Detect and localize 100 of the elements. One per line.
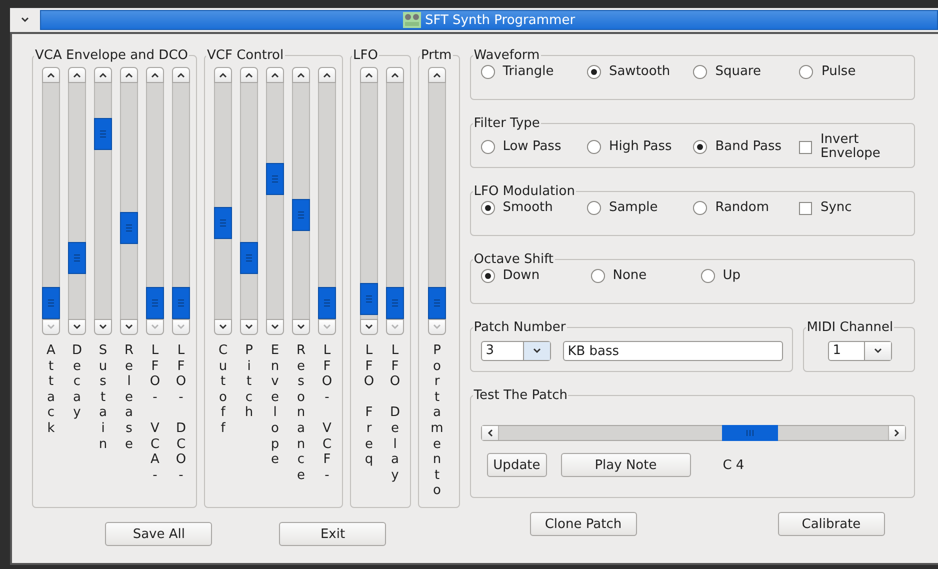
scroll-down-button[interactable] [68, 319, 86, 335]
vertical-slider[interactable] [266, 67, 284, 335]
scroll-up-button[interactable] [146, 67, 164, 83]
slider-thumb[interactable] [120, 212, 138, 244]
vertical-slider[interactable] [94, 67, 112, 335]
checkbox[interactable] [799, 140, 812, 154]
slider-thumb[interactable] [266, 162, 284, 195]
checkbox[interactable] [799, 202, 812, 214]
slider-thumb[interactable] [172, 287, 190, 319]
grip-icon [298, 211, 304, 220]
radio-option[interactable]: Smooth [480, 201, 587, 215]
scroll-up-button[interactable] [360, 67, 378, 83]
scroll-left-button[interactable] [482, 426, 498, 440]
scroll-up-button[interactable] [120, 67, 138, 83]
scroll-down-button[interactable] [360, 319, 378, 335]
radio-option[interactable]: Up [700, 269, 811, 283]
radio-button[interactable] [586, 140, 601, 154]
slider-thumb[interactable] [292, 199, 310, 232]
push-button[interactable]: Save All [105, 522, 212, 546]
scroll-down-button[interactable] [120, 319, 138, 335]
slider-thumb[interactable] [42, 287, 60, 319]
slider-thumb[interactable] [240, 242, 258, 274]
radio-button[interactable] [480, 269, 495, 283]
slider-thumb[interactable] [386, 287, 404, 319]
radio-option[interactable]: Random [693, 201, 800, 215]
slider-label: LFO Freq [362, 343, 376, 468]
radio-option[interactable]: Pulse [799, 65, 906, 79]
vertical-slider[interactable] [68, 67, 86, 335]
slider-thumb[interactable] [68, 242, 86, 274]
radio-button[interactable] [693, 201, 708, 215]
slider-thumb[interactable] [428, 287, 446, 319]
midi-channel-dropdown[interactable]: 1 [828, 341, 892, 361]
scroll-up-button[interactable] [68, 67, 86, 83]
scroll-right-button[interactable] [888, 426, 905, 440]
radio-option[interactable]: Down [480, 269, 591, 283]
scroll-up-button[interactable] [42, 67, 60, 83]
vertical-slider[interactable] [42, 67, 60, 335]
vertical-slider[interactable] [120, 67, 138, 335]
push-button[interactable]: Exit [279, 522, 386, 546]
vertical-slider[interactable] [318, 67, 336, 335]
radio-button[interactable] [480, 201, 495, 215]
slider-thumb[interactable] [214, 207, 232, 240]
vertical-slider[interactable] [428, 67, 446, 335]
radio-button[interactable] [700, 269, 715, 283]
chevron-down-icon [391, 324, 399, 330]
radio-option[interactable]: None [590, 269, 701, 283]
vertical-slider[interactable] [240, 67, 258, 335]
grip-icon [220, 219, 226, 228]
vertical-slider[interactable] [214, 67, 232, 335]
scroll-up-button[interactable] [386, 67, 404, 83]
push-button[interactable]: Calibrate [778, 512, 885, 536]
slider-thumb[interactable] [146, 287, 164, 319]
vertical-slider[interactable] [292, 67, 310, 335]
radio-option[interactable]: Triangle [480, 65, 587, 79]
radio-button[interactable] [590, 269, 605, 283]
push-button[interactable]: Clone Patch [530, 512, 637, 536]
horizontal-scrollbar[interactable] [480, 425, 906, 441]
radio-button[interactable] [586, 65, 601, 79]
patch-name-field[interactable]: KB bass [562, 341, 783, 361]
checkbox-option[interactable]: Invert Envelope [799, 133, 906, 161]
push-button[interactable]: Play Note [560, 453, 691, 477]
scroll-down-button[interactable] [214, 319, 232, 335]
radio-option[interactable]: Low Pass [480, 140, 587, 154]
radio-button[interactable] [480, 65, 495, 79]
scroll-up-button[interactable] [318, 67, 336, 83]
scroll-up-button[interactable] [172, 67, 190, 83]
scroll-up-button[interactable] [240, 67, 258, 83]
radio-option[interactable]: Sawtooth [586, 65, 694, 79]
patch-number-dropdown[interactable]: 3 [480, 341, 551, 361]
scroll-up-button[interactable] [214, 67, 232, 83]
scroll-down-button[interactable] [266, 319, 284, 335]
scroll-down-button[interactable] [94, 319, 112, 335]
scroll-up-button[interactable] [94, 67, 112, 83]
scroll-down-button[interactable] [240, 319, 258, 335]
slider-thumb[interactable] [360, 282, 378, 315]
checkbox-option[interactable]: Sync [799, 201, 906, 215]
radio-button[interactable] [693, 140, 708, 154]
grip-icon [392, 299, 398, 307]
radio-option[interactable]: Sample [586, 201, 694, 215]
scroll-up-button[interactable] [428, 67, 446, 83]
slider-thumb[interactable] [318, 287, 336, 319]
radio-option[interactable]: High Pass [586, 140, 694, 154]
radio-option[interactable]: Band Pass [693, 140, 800, 154]
vertical-slider[interactable] [172, 67, 190, 335]
slider-thumb[interactable] [94, 118, 112, 150]
radio-button[interactable] [693, 65, 708, 79]
scroll-down-button[interactable] [292, 319, 310, 335]
radio-button[interactable] [586, 201, 601, 215]
radio-button[interactable] [480, 140, 495, 154]
push-button[interactable]: Update [486, 453, 547, 477]
vertical-slider[interactable] [146, 67, 164, 335]
chevron-up-icon [47, 72, 55, 78]
scroll-up-button[interactable] [266, 67, 284, 83]
vertical-slider[interactable] [360, 67, 378, 335]
vertical-slider[interactable] [386, 67, 404, 335]
chevron-up-icon [125, 72, 133, 78]
radio-button[interactable] [799, 65, 814, 79]
scrollbar-thumb[interactable] [722, 425, 778, 441]
scroll-up-button[interactable] [292, 67, 310, 83]
radio-option[interactable]: Square [693, 65, 800, 79]
